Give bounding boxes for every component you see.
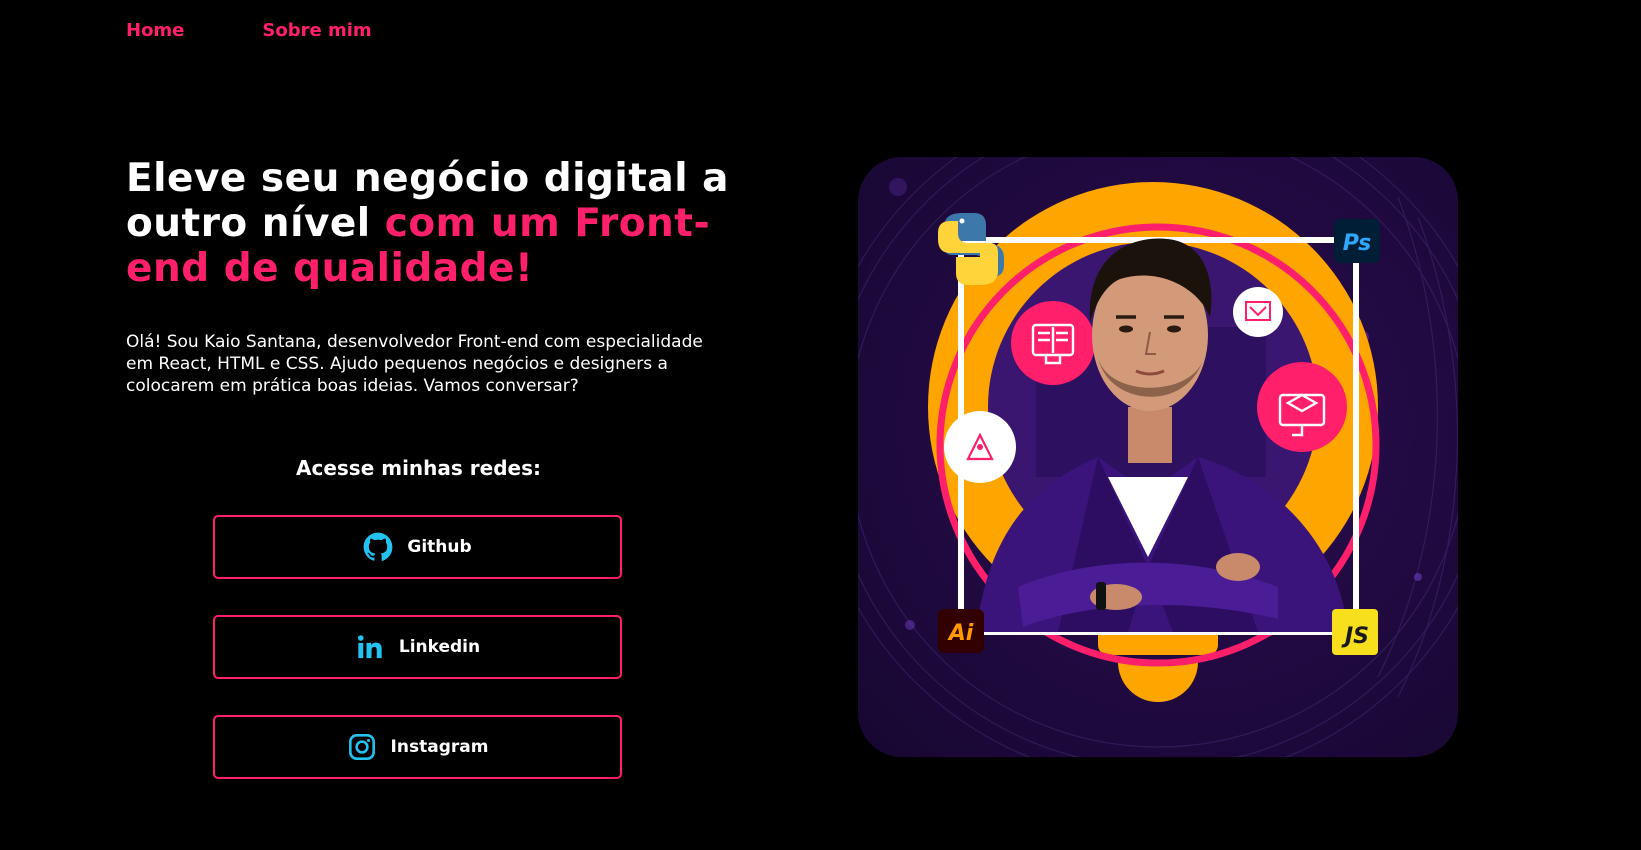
hero-illustration: Ps Ai JS <box>858 157 1458 757</box>
hero-image: Ps Ai JS <box>858 157 1458 757</box>
github-icon <box>363 532 393 562</box>
svg-text:Ps: Ps <box>1343 231 1371 256</box>
linkedin-button[interactable]: Linkedin <box>213 615 622 679</box>
page: Home Sobre mim Eleve seu negócio digital… <box>0 0 1641 850</box>
nav-link-about[interactable]: Sobre mim <box>262 20 371 41</box>
linkedin-icon <box>355 632 385 662</box>
svg-text:JS: JS <box>1341 624 1369 649</box>
instagram-button-label: Instagram <box>390 737 489 757</box>
instagram-button[interactable]: Instagram <box>213 715 622 779</box>
photoshop-logo-icon: Ps <box>1334 219 1380 263</box>
social-section-title: Acesse minhas redes: <box>296 456 541 480</box>
javascript-logo-icon: JS <box>1332 609 1378 655</box>
illustrator-logo-icon: Ai <box>938 609 984 653</box>
nav-link-home[interactable]: Home <box>126 20 184 41</box>
instagram-icon <box>347 732 377 762</box>
intro-paragraph: Olá! Sou Kaio Santana, desenvolvedor Fro… <box>126 332 703 396</box>
python-logo-icon <box>938 213 1004 285</box>
linkedin-button-label: Linkedin <box>398 637 481 657</box>
top-nav: Home Sobre mim <box>126 20 372 41</box>
hero-headline: Eleve seu negócio digital a outro nível … <box>126 156 746 291</box>
github-button-label: Github <box>407 537 472 557</box>
github-button[interactable]: Github <box>213 515 622 579</box>
svg-text:Ai: Ai <box>947 621 974 646</box>
